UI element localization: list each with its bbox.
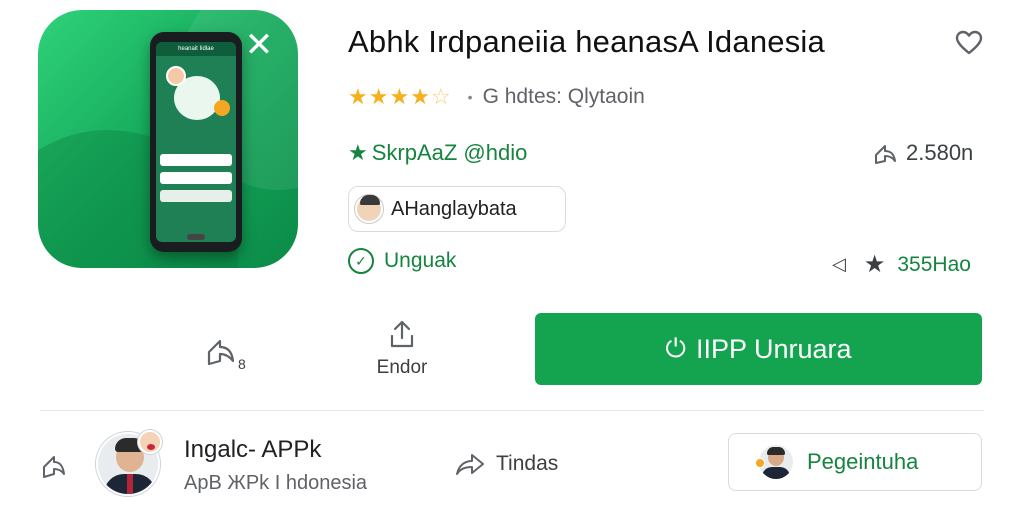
- avatar-hair: [767, 447, 785, 455]
- install-button[interactable]: ⏻ IIPP Unruara: [535, 313, 982, 385]
- power-icon: ⏻: [665, 333, 686, 363]
- chip-label: AHanglaybata: [391, 197, 517, 220]
- publisher-subtitle: ApB ЖPk I hdonesia: [184, 472, 368, 494]
- follow-button[interactable]: Pegeintuha: [728, 433, 982, 491]
- share-count-text: 2.580n: [906, 140, 974, 165]
- phone-illustration: heanait Iidlae: [150, 32, 242, 252]
- status-text: Unguak: [384, 249, 457, 272]
- avatar-tie: [127, 474, 133, 494]
- phone-card: [160, 190, 232, 202]
- chip-avatar: [355, 195, 383, 223]
- share-number: 8: [238, 356, 246, 372]
- share-count[interactable]: 2.580n: [872, 140, 973, 166]
- close-icon[interactable]: ✕: [244, 28, 274, 62]
- check-circle-icon: ✓: [348, 248, 374, 274]
- reviews-row[interactable]: ◁ ★ 355Hao: [832, 250, 971, 279]
- install-label: IIPP Unruara: [695, 333, 852, 364]
- share-button[interactable]: 8: [200, 330, 260, 378]
- developer-name: SkrpAaZ @hdio: [371, 140, 528, 165]
- avatar-suit: [762, 467, 790, 479]
- star-icon: ★: [368, 84, 389, 109]
- category-chip[interactable]: AHanglaybata: [348, 186, 566, 232]
- app-title: Abhk Irdpaneiia heanasA Idanesia: [348, 24, 825, 59]
- tindas-label: Tindas: [496, 452, 559, 475]
- star-icon: ★: [410, 84, 430, 109]
- phone-home-indicator: [187, 234, 205, 240]
- star-icon: ★: [348, 84, 368, 109]
- upload-icon: [390, 320, 414, 348]
- star-icon: ★: [348, 140, 368, 165]
- back-triangle-icon: ◁: [832, 254, 846, 274]
- phone-card: [160, 154, 232, 166]
- phone-card: [160, 172, 232, 184]
- star-empty-icon: ☆: [430, 84, 451, 109]
- separator-dot: •: [467, 89, 473, 105]
- phone-screen: heanait Iidlae: [156, 42, 236, 242]
- share-button[interactable]: [40, 450, 68, 480]
- star-rating: ★ ★ ★ ★ ☆: [348, 85, 452, 109]
- follow-label: Pegeintuha: [807, 449, 919, 474]
- notification-dot-icon: [214, 100, 230, 116]
- publisher-name[interactable]: Ingalc- APPk: [184, 436, 321, 464]
- share-icon: [207, 339, 235, 366]
- secondary-avatar: [138, 430, 162, 454]
- badge-icon: [755, 458, 765, 468]
- share-icon: [875, 145, 896, 164]
- tindas-button[interactable]: Tindas: [454, 450, 558, 478]
- rating-text: G hdtes: Qlytaoin: [482, 85, 645, 108]
- phone-avatar: [166, 66, 186, 86]
- share-icon: [43, 456, 65, 478]
- divider: [40, 410, 984, 411]
- rating-row: ★ ★ ★ ★ ☆ • G hdtes: Qlytaoin: [348, 84, 645, 110]
- heart-icon[interactable]: [955, 30, 983, 56]
- star-icon: ★: [389, 84, 410, 109]
- send-button[interactable]: Endor: [362, 318, 442, 378]
- forward-share-icon: [456, 454, 484, 475]
- send-label: Endor: [376, 357, 428, 378]
- phone-screen-title: heanait Iidlae: [156, 42, 236, 56]
- star-icon: ★: [863, 251, 886, 278]
- reviews-count: 355Hao: [897, 252, 971, 276]
- developer-row[interactable]: ★ SkrpAaZ @hdio: [348, 140, 527, 166]
- status-row: ✓ Unguak: [348, 248, 456, 274]
